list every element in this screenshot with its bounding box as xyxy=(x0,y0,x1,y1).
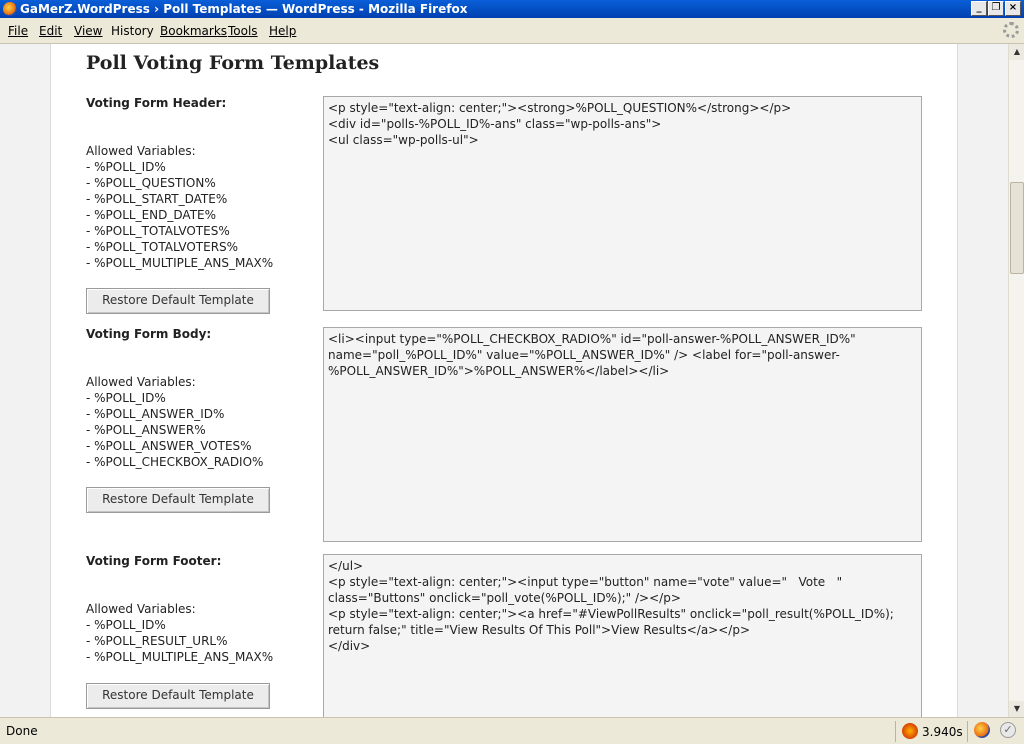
scroll-up-icon[interactable]: ▲ xyxy=(1009,44,1024,60)
menu-bar: File Edit View History Bookmarks Tools H… xyxy=(0,18,1024,44)
menu-file[interactable]: File xyxy=(8,24,28,38)
footer-template-textarea[interactable]: </ul> <p style="text-align: center;"><in… xyxy=(323,554,922,717)
title-bar: GaMerZ.WordPress › Poll Templates — Word… xyxy=(0,0,1024,18)
header-label: Voting Form Header: xyxy=(86,96,227,110)
body-template-textarea[interactable]: <li><input type="%POLL_CHECKBOX_RADIO%" … xyxy=(323,327,922,542)
page-title: Poll Voting Form Templates xyxy=(86,52,380,74)
variable-item: - %POLL_MULTIPLE_ANS_MAX% xyxy=(86,650,274,664)
window-title: GaMerZ.WordPress › Poll Templates — Word… xyxy=(20,2,468,16)
status-divider xyxy=(967,721,968,742)
menu-help[interactable]: Help xyxy=(269,24,296,38)
variable-item: - %POLL_ID% xyxy=(86,618,166,632)
scroll-thumb[interactable] xyxy=(1010,182,1024,274)
firefox-icon xyxy=(3,2,17,16)
status-divider xyxy=(895,721,896,742)
vertical-scrollbar[interactable]: ▲ ▼ xyxy=(1008,44,1024,717)
status-bar: Done 3.940s ✓ xyxy=(0,717,1024,744)
scroll-down-icon[interactable]: ▼ xyxy=(1009,701,1024,717)
header-template-textarea[interactable]: <p style="text-align: center;"><strong>%… xyxy=(323,96,922,311)
firefox-window: GaMerZ.WordPress › Poll Templates — Word… xyxy=(0,0,1024,744)
menu-bookmarks[interactable]: Bookmarks xyxy=(160,24,227,38)
firefox-icon[interactable] xyxy=(974,722,990,738)
variable-item: - %POLL_TOTALVOTES% xyxy=(86,224,230,238)
header-variables: Allowed Variables: - %POLL_ID% - %POLL_Q… xyxy=(86,143,273,271)
admin-page: Poll Voting Form Templates Voting Form H… xyxy=(50,44,958,717)
fasterfox-icon xyxy=(902,723,918,739)
variable-item: - %POLL_ID% xyxy=(86,160,166,174)
content-area: Poll Voting Form Templates Voting Form H… xyxy=(0,44,1008,717)
body-variables: Allowed Variables: - %POLL_ID% - %POLL_A… xyxy=(86,374,263,470)
load-time: 3.940s xyxy=(902,723,963,739)
variable-item: - %POLL_RESULT_URL% xyxy=(86,634,228,648)
menu-view[interactable]: View xyxy=(74,24,102,38)
allowed-variables-label: Allowed Variables: xyxy=(86,375,196,389)
variable-item: - %POLL_TOTALVOTERS% xyxy=(86,240,239,254)
close-button[interactable]: × xyxy=(1005,1,1021,16)
footer-variables: Allowed Variables: - %POLL_ID% - %POLL_R… xyxy=(86,601,273,665)
footer-label: Voting Form Footer: xyxy=(86,554,222,568)
restore-header-button[interactable]: Restore Default Template xyxy=(86,288,270,314)
throbber-icon xyxy=(1003,22,1019,38)
load-time-value: 3.940s xyxy=(922,725,963,739)
variable-item: - %POLL_ANSWER_ID% xyxy=(86,407,225,421)
variable-item: - %POLL_QUESTION% xyxy=(86,176,216,190)
restore-body-button[interactable]: Restore Default Template xyxy=(86,487,270,513)
variable-item: - %POLL_ANSWER% xyxy=(86,423,206,437)
menu-history[interactable]: History xyxy=(111,24,154,38)
variable-item: - %POLL_START_DATE% xyxy=(86,192,228,206)
menu-tools[interactable]: Tools xyxy=(228,24,258,38)
body-label: Voting Form Body: xyxy=(86,327,212,341)
restore-button[interactable]: ❐ xyxy=(988,1,1004,16)
variable-item: - %POLL_MULTIPLE_ANS_MAX% xyxy=(86,256,274,270)
restore-footer-button[interactable]: Restore Default Template xyxy=(86,683,270,709)
minimize-button[interactable]: _ xyxy=(971,1,987,16)
status-text: Done xyxy=(6,724,38,738)
variable-item: - %POLL_END_DATE% xyxy=(86,208,217,222)
variable-item: - %POLL_ID% xyxy=(86,391,166,405)
allowed-variables-label: Allowed Variables: xyxy=(86,144,196,158)
variable-item: - %POLL_CHECKBOX_RADIO% xyxy=(86,455,264,469)
check-icon[interactable]: ✓ xyxy=(1000,722,1016,738)
allowed-variables-label: Allowed Variables: xyxy=(86,602,196,616)
menu-edit[interactable]: Edit xyxy=(39,24,62,38)
variable-item: - %POLL_ANSWER_VOTES% xyxy=(86,439,252,453)
